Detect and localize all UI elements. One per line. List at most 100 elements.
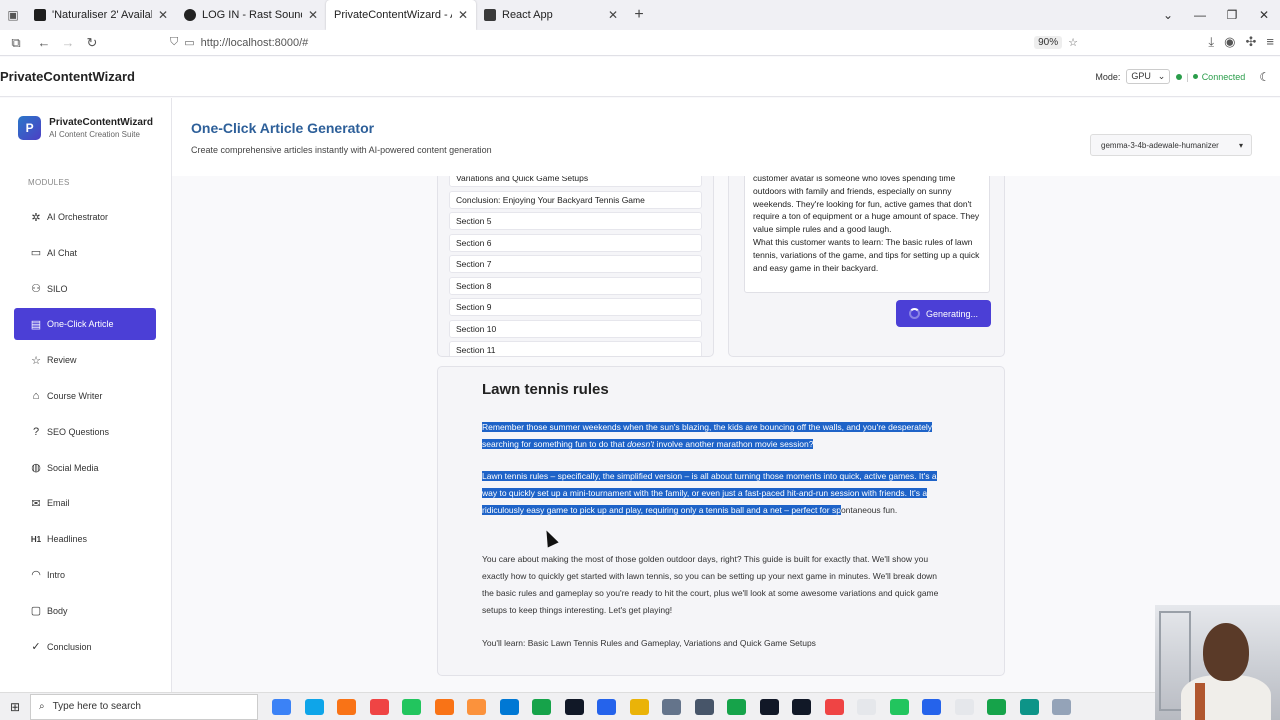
- taskbar-app-icon[interactable]: [402, 698, 421, 715]
- sections-list-card[interactable]: Variations and Quick Game Setups Conclusi…: [437, 176, 714, 357]
- taskbar-app-icon[interactable]: [532, 698, 551, 715]
- close-tab-icon[interactable]: ✕: [458, 8, 468, 22]
- tab-overview-icon[interactable]: ▣: [0, 0, 26, 30]
- section-item[interactable]: Section 6: [449, 233, 702, 252]
- browser-tab-1[interactable]: 'Naturaliser 2' Available - Micro ✕: [26, 0, 176, 30]
- page-info-icon[interactable]: ▭: [184, 36, 194, 49]
- section-item[interactable]: Section 5: [449, 212, 702, 230]
- section-item[interactable]: Conclusion: Enjoying Your Backyard Tenni…: [449, 190, 702, 209]
- article-paragraph-3[interactable]: You care about making the most of those …: [482, 551, 942, 619]
- taskbar-app-icon[interactable]: [369, 698, 389, 715]
- sidebar-item-label: Course Writer: [47, 390, 103, 401]
- section-item[interactable]: Section 11: [449, 341, 702, 356]
- app-header: PrivateContentWizard Mode: GPU ⌄ | Conne…: [0, 57, 1280, 97]
- url-text[interactable]: http://localhost:8000/#: [201, 37, 1028, 49]
- taskbar-app-icon[interactable]: [759, 698, 779, 715]
- taskbar-app-icon[interactable]: [792, 698, 811, 715]
- sidebar-item-social-media[interactable]: ◍ Social Media: [14, 452, 156, 484]
- section-item[interactable]: Section 10: [449, 319, 702, 338]
- taskbar-app-icon[interactable]: [662, 698, 681, 715]
- sidebar-item-email[interactable]: ✉ Email: [14, 487, 156, 519]
- sidebar-item-review[interactable]: ☆ Review: [14, 344, 156, 376]
- sidebar-item-seo-questions[interactable]: ? SEO Questions: [14, 416, 156, 448]
- taskbar-app-icon[interactable]: [272, 698, 291, 715]
- mode-select[interactable]: GPU ⌄: [1126, 69, 1171, 84]
- sidebar-item-course-writer[interactable]: ⌂ Course Writer: [14, 380, 156, 412]
- browser-tab-3[interactable]: PrivateContentWizard - AI Chat ✕: [326, 0, 476, 30]
- article-learn-line[interactable]: You'll learn: Basic Lawn Tennis Rules an…: [482, 635, 942, 652]
- reload-icon[interactable]: ↻: [80, 35, 104, 51]
- taskbar-app-icon[interactable]: [337, 698, 356, 715]
- graduation-cap-icon: ⌂: [32, 389, 40, 402]
- taskbar-search[interactable]: ⌕ Type here to search: [30, 693, 258, 720]
- taskbar-app-icon[interactable]: [857, 698, 876, 715]
- taskbar-app-icon[interactable]: [694, 698, 714, 715]
- article-paragraph-2[interactable]: Lawn tennis rules – specifically, the si…: [482, 468, 942, 519]
- taskbar-app-icon[interactable]: [499, 698, 519, 715]
- taskbar-app-icon[interactable]: [1052, 698, 1071, 715]
- brief-textarea[interactable]: customer avatar is someone who loves spe…: [744, 176, 990, 293]
- forward-icon[interactable]: →: [56, 35, 80, 50]
- taskbar-app-icon[interactable]: [954, 698, 974, 715]
- section-item[interactable]: Section 9: [449, 298, 702, 316]
- sidebar-item-ai-chat[interactable]: ▭ AI Chat: [14, 237, 156, 269]
- browser-tab-2[interactable]: LOG IN - Rast Sound ✕: [176, 0, 326, 30]
- section-item[interactable]: Section 8: [449, 276, 702, 295]
- taskbar-app-icon[interactable]: [629, 698, 649, 715]
- main-content: Variations and Quick Game Setups Conclusi…: [172, 176, 1270, 692]
- browser-navbar: ⧉ ← → ↻ ⛉ ▭ http://localhost:8000/# 90% …: [0, 30, 1280, 56]
- close-tab-icon[interactable]: ✕: [608, 8, 618, 22]
- taskbar-app-icon[interactable]: [564, 698, 584, 715]
- article-paragraph-1[interactable]: Remember those summer weekends when the …: [482, 419, 942, 453]
- heading-icon: H1: [30, 534, 42, 544]
- section-item[interactable]: Variations and Quick Game Setups: [449, 176, 702, 187]
- browser-tab-4[interactable]: React App ✕: [476, 0, 626, 30]
- sidebar-item-label: Review: [47, 355, 77, 366]
- close-tab-icon[interactable]: ✕: [158, 8, 168, 22]
- taskbar-app-icon[interactable]: [922, 698, 941, 715]
- menu-icon[interactable]: ≡: [1266, 34, 1274, 50]
- taskbar-app-icon[interactable]: [434, 698, 454, 715]
- back-icon[interactable]: ←: [32, 35, 56, 50]
- minimize-icon[interactable]: —: [1184, 8, 1216, 22]
- taskbar-app-icon[interactable]: [1019, 698, 1039, 715]
- restore-icon[interactable]: ❐: [1216, 8, 1248, 22]
- bookmark-star-icon[interactable]: ☆: [1068, 36, 1078, 49]
- sidebar-toggle-icon[interactable]: ⧉: [4, 35, 28, 51]
- address-bar[interactable]: ⛉ ▭ http://localhost:8000/# 90% ☆: [164, 32, 1084, 54]
- model-select[interactable]: gemma-3-4b-adewale-humanizer ▾: [1090, 134, 1252, 156]
- account-icon[interactable]: ◉: [1224, 34, 1235, 50]
- generate-button[interactable]: Generating...: [896, 300, 991, 327]
- taskbar-app-icon[interactable]: [597, 698, 616, 715]
- chevron-down-icon: ⌄: [1157, 71, 1166, 81]
- taskbar-app-icon[interactable]: [987, 698, 1006, 715]
- sidebar-item-ai-orchestrator[interactable]: ✲ AI Orchestrator: [14, 201, 156, 233]
- brief-line: value simple rules and a good laugh.: [753, 224, 892, 235]
- dark-mode-toggle-icon[interactable]: ☾: [1259, 70, 1270, 84]
- status-text: Connected: [1201, 71, 1246, 82]
- taskbar-app-icon[interactable]: [824, 698, 844, 715]
- taskbar-app-icon[interactable]: [467, 698, 486, 715]
- shield-icon[interactable]: ⛉: [170, 36, 178, 49]
- extensions-icon[interactable]: ✣: [1246, 34, 1257, 50]
- taskbar-app-icon[interactable]: [889, 698, 909, 715]
- section-item[interactable]: Section 7: [449, 255, 702, 273]
- sidebar-item-silo[interactable]: ⚇ SILO: [14, 273, 156, 305]
- sidebar-nav: ✲ AI Orchestrator ▭ AI Chat ⚇ SILO ▤ One-Click …: [0, 201, 171, 663]
- sidebar-item-headlines[interactable]: H1 Headlines: [14, 523, 156, 555]
- sidebar-item-conclusion[interactable]: ✓ Conclusion: [14, 631, 156, 663]
- tab-list-icon[interactable]: ⌄: [1152, 8, 1184, 22]
- status-dot: [1176, 73, 1183, 80]
- windows-start-icon[interactable]: ⊞: [0, 700, 30, 714]
- sidebar-item-intro[interactable]: ◠ Intro: [14, 559, 156, 591]
- taskbar-app-icon[interactable]: [727, 698, 746, 715]
- sidebar-item-one-click-article[interactable]: ▤ One-Click Article: [14, 308, 156, 341]
- taskbar-app-icon[interactable]: [304, 698, 324, 715]
- close-tab-icon[interactable]: ✕: [308, 8, 318, 22]
- sidebar-item-body[interactable]: ▢ Body: [14, 595, 156, 627]
- sidebar-item-label: AI Chat: [47, 247, 78, 258]
- zoom-badge[interactable]: 90%: [1034, 36, 1063, 49]
- close-window-icon[interactable]: ✕: [1248, 8, 1280, 22]
- downloads-icon[interactable]: ⤓: [1208, 34, 1214, 50]
- new-tab-icon[interactable]: +: [626, 6, 652, 24]
